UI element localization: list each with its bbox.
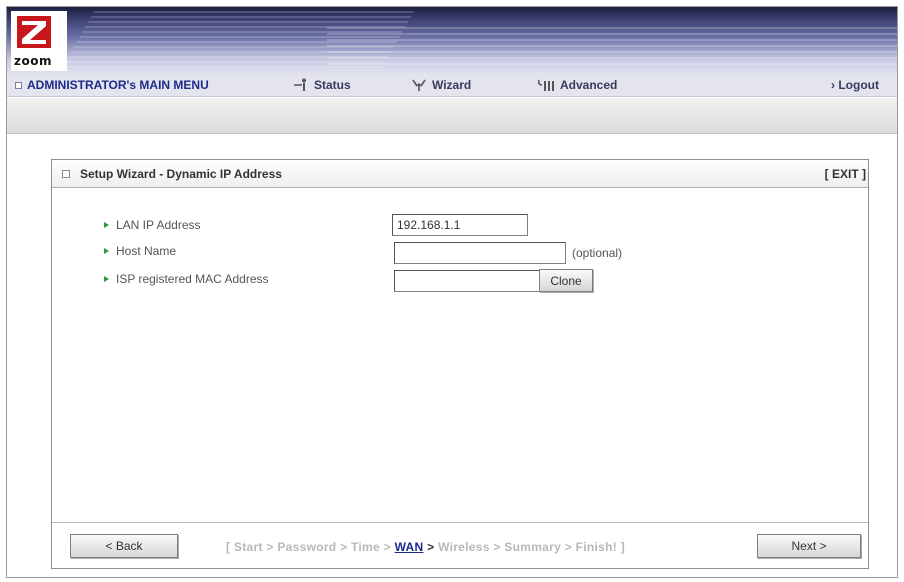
lan-ip-row: LAN IP Address	[104, 218, 201, 232]
mac-address-label: ISP registered MAC Address	[116, 272, 269, 286]
back-button[interactable]: < Back	[70, 534, 178, 558]
wizard-wand-icon	[412, 79, 426, 91]
setup-wizard-panel: Setup Wizard - Dynamic IP Address [ EXIT…	[51, 159, 869, 569]
zoom-logo: zoom	[11, 11, 67, 71]
host-name-label: Host Name	[116, 244, 177, 258]
advanced-tools-icon	[538, 79, 554, 91]
bullet-arrow-icon	[104, 276, 109, 282]
panel-title-bar: Setup Wizard - Dynamic IP Address [ EXIT…	[52, 160, 868, 188]
mac-address-row: ISP registered MAC Address	[104, 272, 269, 286]
menu-square-icon	[15, 81, 22, 89]
panel-title: Setup Wizard - Dynamic IP Address	[80, 167, 282, 181]
host-name-input[interactable]	[394, 242, 566, 264]
nav-advanced[interactable]: Advanced	[537, 78, 617, 92]
host-name-row: Host Name	[104, 244, 176, 258]
lan-ip-input[interactable]	[392, 214, 528, 236]
status-person-icon	[294, 78, 306, 91]
lan-ip-label: LAN IP Address	[116, 218, 201, 232]
wizard-steps: [ Start > Password > Time > WAN > Wirele…	[226, 540, 626, 554]
router-admin-window: zoom ADMINISTRATOR's MAIN MENU Status Wi…	[6, 6, 898, 578]
panel-square-icon	[62, 170, 70, 178]
nav-logout[interactable]: › Logout	[831, 78, 879, 92]
bullet-arrow-icon	[104, 222, 109, 228]
nav-status[interactable]: Status	[293, 78, 351, 92]
exit-link[interactable]: [ EXIT ]	[825, 167, 866, 181]
nav-wizard[interactable]: Wizard	[411, 78, 471, 92]
optional-hint: (optional)	[572, 246, 623, 260]
toolbar-strip	[7, 98, 897, 134]
zoom-z-mark-icon	[17, 16, 51, 48]
mac-address-input[interactable]	[394, 270, 540, 292]
nav-main-menu[interactable]: ADMINISTRATOR's MAIN MENU	[15, 78, 209, 92]
bullet-arrow-icon	[104, 248, 109, 254]
wizard-footer: < Back [ Start > Password > Time > WAN >…	[52, 522, 868, 568]
header-banner: zoom	[7, 7, 897, 75]
next-button[interactable]: Next >	[757, 534, 861, 558]
clone-button[interactable]: Clone	[539, 269, 593, 292]
logo-wordmark: zoom	[14, 54, 52, 68]
current-step: WAN	[394, 540, 424, 554]
main-nav: ADMINISTRATOR's MAIN MENU Status Wizard	[7, 75, 897, 97]
